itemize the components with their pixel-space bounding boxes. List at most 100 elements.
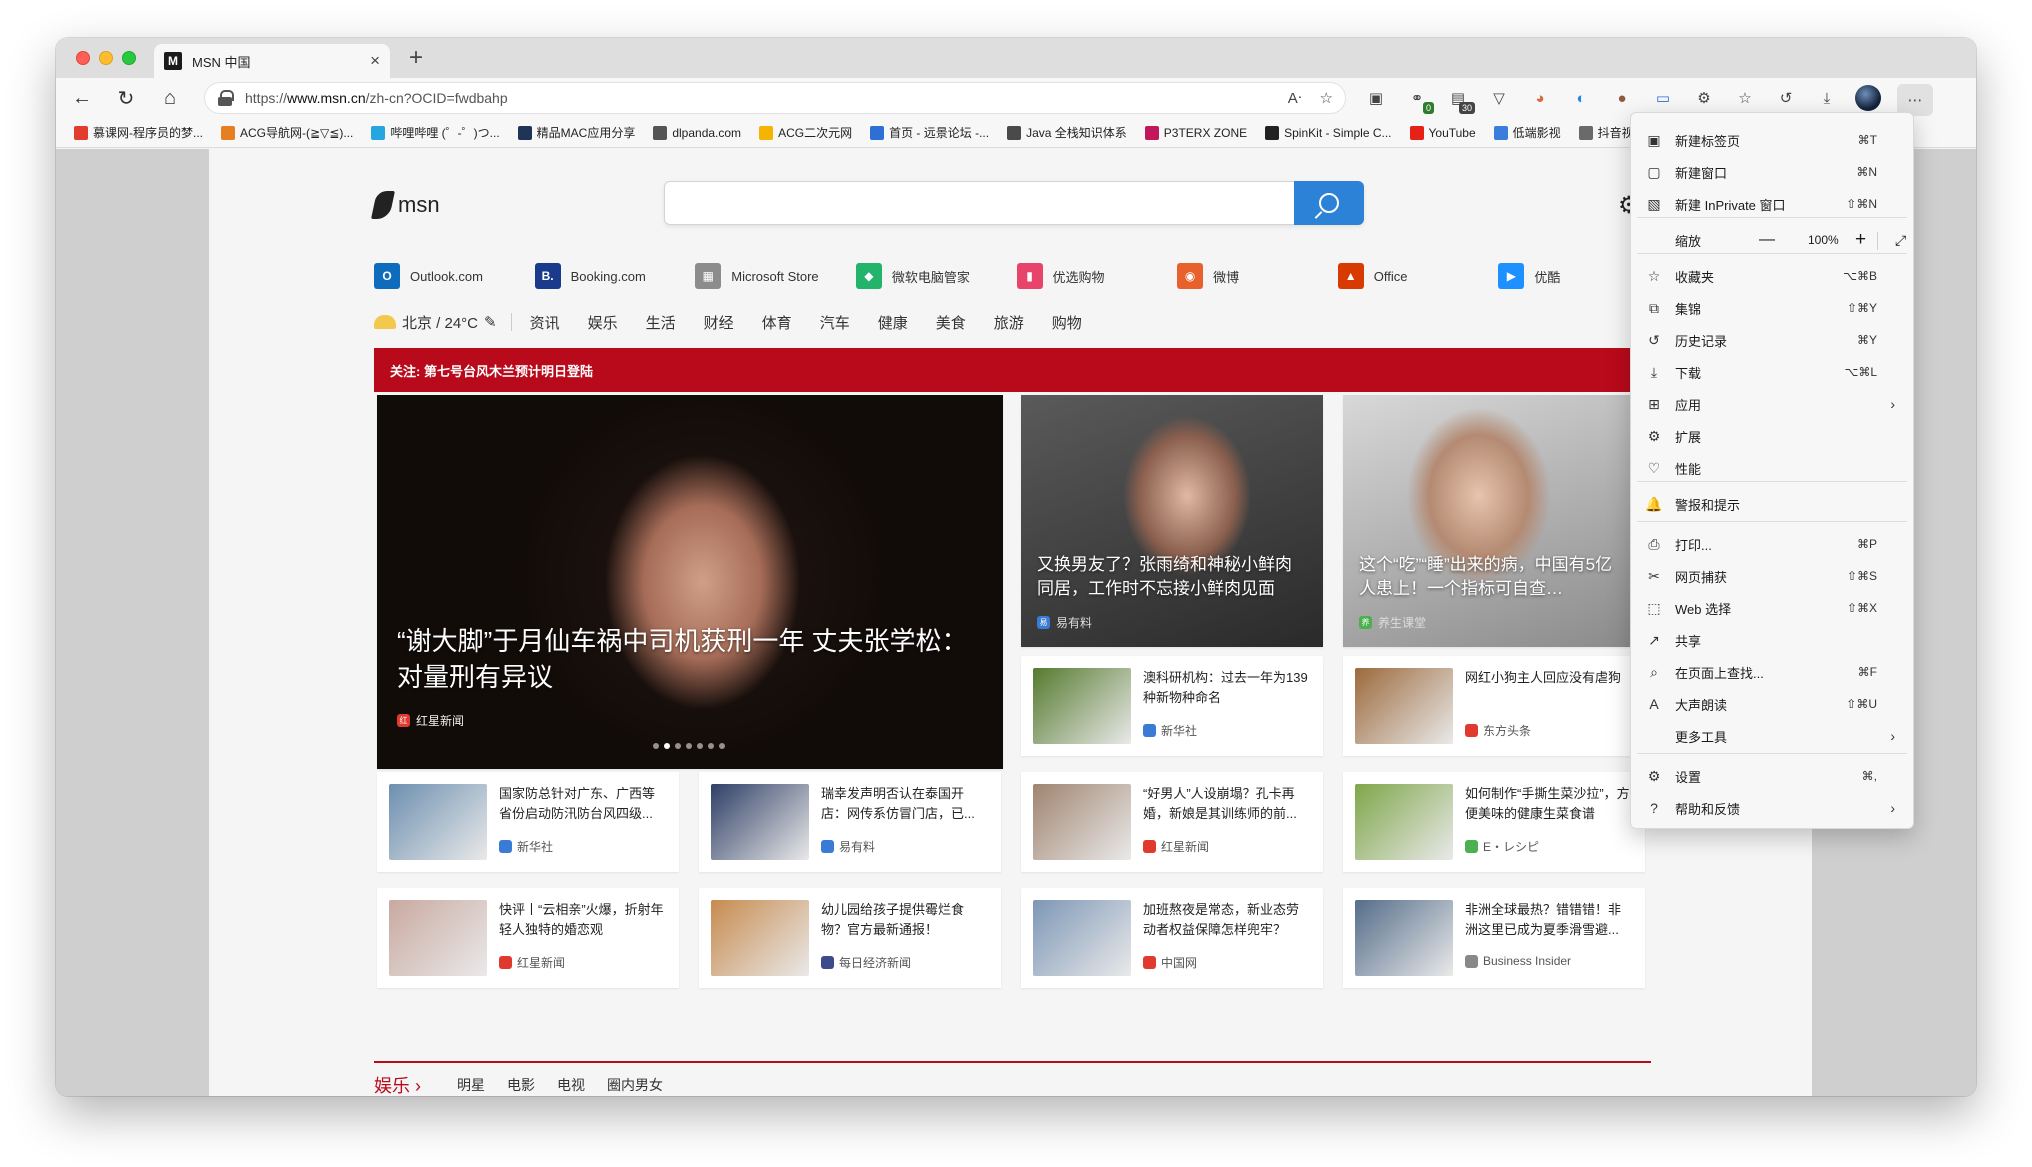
- bookmark-item[interactable]: 精品MAC应用分享: [517, 124, 635, 141]
- extensions-icon[interactable]: ⚙: [1690, 84, 1718, 112]
- menu-item[interactable]: ↗ 共享: [1637, 625, 1907, 655]
- new-tab-button[interactable]: +: [402, 44, 430, 72]
- menu-item[interactable]: ⚙ 扩展: [1637, 421, 1907, 451]
- menu-item[interactable]: ▣ 新建标签页 ⌘T: [1637, 125, 1907, 155]
- feature-card[interactable]: 又换男友了？张雨绮和神秘小鲜肉同居，工作时不忘接小鲜肉见面 易易有料: [1021, 395, 1323, 647]
- extension-icon[interactable]: ▽: [1485, 84, 1513, 112]
- carousel-dot[interactable]: [675, 743, 681, 749]
- menu-item[interactable]: ⎙ 打印... ⌘P: [1637, 529, 1907, 559]
- news-card[interactable]: 瑞幸发声明否认在泰国开店：网传系仿冒门店，已... 易有料: [699, 772, 1001, 872]
- nav-item[interactable]: 美食: [936, 312, 966, 333]
- quick-link[interactable]: ▮ 优选购物: [1016, 263, 1178, 289]
- menu-item[interactable]: ▧ 新建 InPrivate 窗口 ⇧⌘N: [1637, 189, 1907, 219]
- menu-item[interactable]: 更多工具 ›: [1637, 721, 1907, 751]
- nav-item[interactable]: 生活: [646, 312, 676, 333]
- extension-icon[interactable]: ◐: [1567, 84, 1595, 112]
- minimize-window-button[interactable]: [99, 51, 113, 65]
- news-card[interactable]: 快评丨“云相亲”火爆，折射年轻人独特的婚恋观 红星新闻: [377, 888, 679, 988]
- carousel-dot[interactable]: [708, 743, 714, 749]
- feature-card[interactable]: 这个“吃”“睡”出来的病，中国有5亿人患上！一个指标可自查… 养养生课堂: [1343, 395, 1645, 647]
- address-bar[interactable]: https://www.msn.cn/zh-cn?OCID=fwdbahp Aᐧ…: [204, 82, 1346, 114]
- bookmark-item[interactable]: 慕课网-程序员的梦...: [74, 124, 203, 141]
- news-card[interactable]: “好男人”人设崩塌？孔卡再婚，新娘是其训练师的前... 红星新闻: [1021, 772, 1323, 872]
- quick-link[interactable]: ◉ 微博: [1177, 263, 1338, 289]
- nav-item[interactable]: 资讯: [530, 312, 560, 333]
- menu-item[interactable]: ⤓ 下载 ⌥⌘L: [1637, 357, 1907, 387]
- hero-card[interactable]: “谢大脚”于月仙车祸中司机获刑一年 丈夫张学松：对量刑有异议 红红星新闻: [377, 395, 1003, 769]
- news-card[interactable]: 如何制作“手撕生菜沙拉”，方便美味的健康生菜食谱 E・レシピ: [1343, 772, 1645, 872]
- profile-avatar[interactable]: [1854, 84, 1882, 112]
- menu-item[interactable]: ✂ 网页捕获 ⇧⌘S: [1637, 561, 1907, 591]
- msn-logo[interactable]: msn: [371, 191, 440, 219]
- section-nav-item[interactable]: 电影: [507, 1075, 535, 1095]
- bookmark-item[interactable]: ACG二次元网: [759, 124, 852, 141]
- news-card[interactable]: 非洲全球最热？错错错！非洲这里已成为夏季滑雪避... Business Insid…: [1343, 888, 1645, 988]
- nav-item[interactable]: 旅游: [994, 312, 1024, 333]
- extension-icon[interactable]: ▭: [1649, 84, 1677, 112]
- quick-link[interactable]: B. Booking.com: [534, 263, 696, 289]
- zoom-window-button[interactable]: [122, 51, 136, 65]
- carousel-dot[interactable]: [697, 743, 703, 749]
- carousel-dots[interactable]: [653, 743, 725, 749]
- url-text[interactable]: https://www.msn.cn/zh-cn?OCID=fwdbahp: [245, 90, 1270, 106]
- history-icon[interactable]: ↺: [1772, 84, 1800, 112]
- bookmark-item[interactable]: dlpanda.com: [653, 125, 741, 140]
- downloads-icon[interactable]: ⤓: [1813, 84, 1841, 112]
- section-nav-item[interactable]: 电视: [557, 1075, 585, 1095]
- news-card[interactable]: 国家防总针对广东、广西等省份启动防汛防台风四级... 新华社: [377, 772, 679, 872]
- quick-link[interactable]: O Outlook.com: [374, 263, 535, 289]
- menu-item[interactable]: ⌕ 在页面上查找... ⌘F: [1637, 657, 1907, 687]
- extension-icon[interactable]: ▣: [1362, 84, 1390, 112]
- news-card[interactable]: 网红小狗主人回应没有虐狗 东方头条: [1343, 656, 1645, 756]
- carousel-dot[interactable]: [686, 743, 692, 749]
- section-nav-item[interactable]: 明星: [457, 1075, 485, 1095]
- menu-item[interactable]: ⧉ 集锦 ⇧⌘Y: [1637, 293, 1907, 323]
- news-card[interactable]: 幼儿园给孩子提供霉烂食物？官方最新通报！ 每日经济新闻: [699, 888, 1001, 988]
- menu-item[interactable]: ⚙ 设置 ⌘,: [1637, 761, 1907, 791]
- menu-item[interactable]: ♡ 性能: [1637, 453, 1907, 483]
- quick-link[interactable]: ▦ Microsoft Store: [695, 263, 856, 289]
- bookmark-item[interactable]: Java 全栈知识体系: [1007, 124, 1127, 141]
- extension-icon[interactable]: ⚭ 0: [1403, 84, 1434, 114]
- menu-item[interactable]: ? 帮助和反馈 ›: [1637, 793, 1907, 823]
- favorites-icon[interactable]: ☆: [1731, 84, 1759, 112]
- nav-item[interactable]: 健康: [878, 312, 908, 333]
- menu-item[interactable]: ▢ 新建窗口 ⌘N: [1637, 157, 1907, 187]
- read-aloud-icon[interactable]: Aᐧ: [1288, 89, 1302, 107]
- bookmark-item[interactable]: ACG导航网-(≧▽≦)...: [221, 124, 353, 141]
- carousel-dot[interactable]: [653, 743, 659, 749]
- home-button[interactable]: ⌂: [156, 84, 184, 112]
- zoom-in-button[interactable]: +: [1855, 229, 1866, 251]
- nav-item[interactable]: 购物: [1052, 312, 1082, 333]
- nav-item[interactable]: 汽车: [820, 312, 850, 333]
- menu-item[interactable]: 🔔 警报和提示: [1637, 489, 1907, 519]
- bookmark-item[interactable]: YouTube: [1409, 125, 1476, 140]
- search-button[interactable]: [1294, 181, 1364, 225]
- bookmark-item[interactable]: 首页 - 远景论坛 -...: [870, 124, 989, 141]
- nav-item[interactable]: 体育: [762, 312, 792, 333]
- menu-item[interactable]: 缩放 — 100% + ⤢: [1637, 225, 1907, 255]
- menu-item[interactable]: ⊞ 应用 ›: [1637, 389, 1907, 419]
- extension-icon[interactable]: ◕: [1526, 84, 1554, 112]
- refresh-button[interactable]: ↻: [112, 84, 140, 112]
- menu-item[interactable]: ⬚ Web 选择 ⇧⌘X: [1637, 593, 1907, 623]
- add-favorite-icon[interactable]: ☆: [1320, 89, 1333, 107]
- bookmark-item[interactable]: 哔哩哔哩 (゜-゜)つ...: [371, 124, 500, 141]
- search-input[interactable]: [664, 181, 1364, 225]
- carousel-dot[interactable]: [664, 743, 670, 749]
- weather-widget[interactable]: 北京 / 24°C ✎: [374, 312, 497, 333]
- close-tab-icon[interactable]: ×: [370, 51, 380, 71]
- section-title[interactable]: 娱乐 ›: [374, 1072, 421, 1096]
- zoom-out-button[interactable]: —: [1759, 231, 1775, 249]
- news-card[interactable]: 澳科研机构：过去一年为139种新物种命名 新华社: [1021, 656, 1323, 756]
- fullscreen-icon[interactable]: ⤢: [1895, 232, 1906, 249]
- menu-item[interactable]: A 大声朗读 ⇧⌘U: [1637, 689, 1907, 719]
- lock-icon[interactable]: [217, 90, 234, 106]
- extension-icon[interactable]: ▤ 30: [1444, 84, 1475, 114]
- cookie-icon[interactable]: ●: [1608, 84, 1636, 112]
- news-card[interactable]: 加班熬夜是常态，新业态劳动者权益保障怎样兜牢？ 中国网: [1021, 888, 1323, 988]
- quick-link[interactable]: ◆ 微软电脑管家: [855, 263, 1017, 289]
- menu-item[interactable]: ☆ 收藏夹 ⌥⌘B: [1637, 261, 1907, 291]
- menu-item[interactable]: ↺ 历史记录 ⌘Y: [1637, 325, 1907, 355]
- bookmark-item[interactable]: 低端影视: [1493, 124, 1561, 141]
